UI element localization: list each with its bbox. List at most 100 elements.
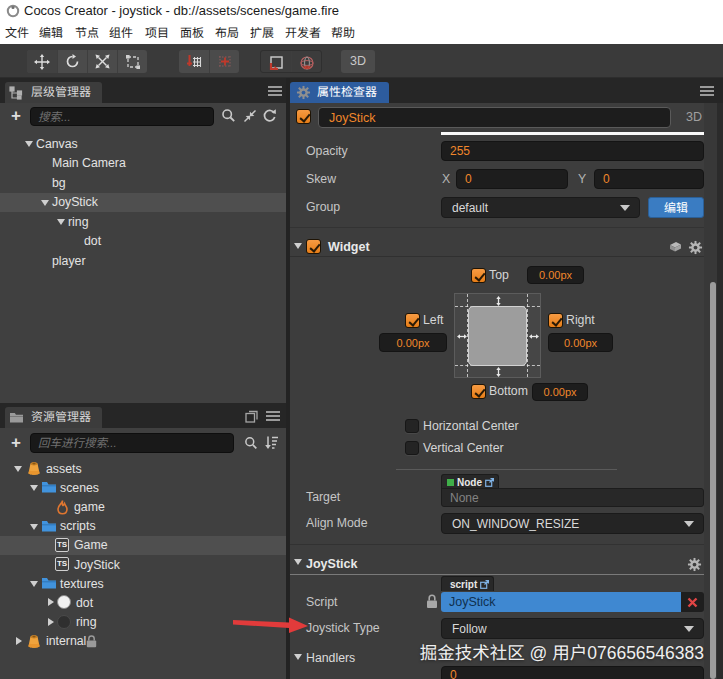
hierarchy-node-row[interactable]: JoyStick: [0, 193, 286, 213]
hierarchy-menu-icon[interactable]: [268, 86, 282, 96]
tree-expand-caret[interactable]: [16, 637, 22, 645]
move-tool-button[interactable]: [27, 50, 57, 73]
asset-row[interactable]: scenes: [0, 478, 286, 497]
inspector-scrollbar[interactable]: [710, 282, 716, 679]
skew-x-label: X: [442, 169, 450, 189]
tree-expand-caret[interactable]: [30, 485, 38, 491]
widget-right-input[interactable]: [549, 334, 612, 351]
collapse-all-icon[interactable]: [243, 109, 257, 123]
script-link-icon[interactable]: [480, 580, 489, 589]
app-logo-icon: [6, 4, 20, 18]
widget-top-checkbox[interactable]: [471, 268, 486, 283]
hierarchy-tab[interactable]: 层级管理器: [5, 82, 102, 103]
hierarchy-node-row[interactable]: player: [0, 251, 286, 271]
hierarchy-node-row[interactable]: dot: [0, 232, 286, 252]
menu-help[interactable]: 帮助: [331, 22, 355, 44]
hierarchy-node-row[interactable]: ring: [0, 212, 286, 232]
rotate-tool-button[interactable]: [57, 50, 87, 73]
hierarchy-node-row[interactable]: Canvas: [0, 134, 286, 154]
widget-copy-icon[interactable]: [668, 240, 683, 254]
group-dropdown[interactable]: default: [441, 197, 640, 218]
assets-add-button[interactable]: +: [8, 435, 24, 451]
tree-expand-caret[interactable]: [14, 466, 22, 472]
widget-right-checkbox[interactable]: [548, 313, 563, 328]
skew-x-field: [456, 169, 568, 189]
asset-row[interactable]: assets: [0, 459, 286, 478]
menu-developer[interactable]: 开发者: [285, 22, 321, 44]
menu-component[interactable]: 组件: [109, 22, 133, 44]
tree-expand-caret[interactable]: [48, 618, 54, 626]
rect-tool-button[interactable]: [117, 50, 147, 73]
assets-tab[interactable]: 资源管理器: [5, 407, 102, 428]
tree-expand-caret[interactable]: [48, 598, 54, 606]
joystick-gear-icon[interactable]: [687, 557, 702, 572]
target-drop-field[interactable]: None: [441, 488, 704, 507]
node-enabled-checkbox[interactable]: [296, 109, 311, 124]
globe-gizmo-button[interactable]: [291, 51, 321, 73]
asset-row[interactable]: TS JoyStick: [0, 555, 286, 574]
menu-file[interactable]: 文件: [5, 22, 29, 44]
align-mode-dropdown[interactable]: ON_WINDOW_RESIZE: [441, 513, 704, 534]
hierarchy-search-input[interactable]: [31, 108, 213, 125]
hierarchy-add-button[interactable]: +: [8, 108, 24, 124]
widget-top-input[interactable]: [528, 267, 583, 283]
tree-expand-caret[interactable]: [41, 200, 49, 206]
asset-row[interactable]: scripts: [0, 517, 286, 536]
opacity-input[interactable]: [442, 142, 703, 160]
menu-project[interactable]: 项目: [145, 22, 169, 44]
widget-collapse-caret[interactable]: [294, 243, 302, 249]
hierarchy-node-row[interactable]: bg: [0, 173, 286, 193]
3d-mode-button[interactable]: 3D: [341, 50, 375, 73]
asset-row[interactable]: game: [0, 497, 286, 516]
widget-bottom-checkbox[interactable]: [471, 384, 486, 399]
group-value: default: [452, 198, 488, 217]
skew-x-input[interactable]: [457, 170, 567, 188]
joystick-type-dropdown[interactable]: Follow: [441, 618, 704, 639]
tree-expand-caret[interactable]: [30, 524, 38, 530]
script-clear-button[interactable]: [681, 592, 704, 612]
inspector-tab[interactable]: 属性检查器: [290, 82, 389, 103]
assets-dock-icon[interactable]: [245, 410, 258, 423]
group-edit-button[interactable]: 编辑: [648, 197, 704, 218]
pivot-mode-button[interactable]: [179, 50, 209, 73]
tree-expand-caret[interactable]: [30, 581, 38, 587]
menu-layout[interactable]: 布局: [215, 22, 239, 44]
target-link-icon[interactable]: [485, 478, 494, 487]
widget-left-input[interactable]: [380, 334, 446, 351]
handlers-count-input[interactable]: [442, 667, 703, 679]
joystick-collapse-caret[interactable]: [294, 559, 302, 565]
region-gizmo-button[interactable]: [261, 51, 291, 73]
hierarchy-search-icon[interactable]: [221, 108, 236, 123]
assets-sort-icon[interactable]: [264, 435, 279, 450]
widget-enabled-checkbox[interactable]: [306, 239, 321, 254]
vertical-center-checkbox[interactable]: [405, 441, 419, 455]
widget-bottom-input[interactable]: [533, 384, 587, 400]
hierarchy-node-label: ring: [68, 212, 89, 232]
tree-expand-caret[interactable]: [25, 141, 33, 147]
skew-y-input[interactable]: [595, 170, 703, 188]
assets-search-icon[interactable]: [244, 436, 258, 450]
widget-left-checkbox[interactable]: [405, 313, 420, 328]
asset-row[interactable]: dot: [0, 593, 286, 612]
widget-bottom-label: Bottom: [489, 384, 528, 399]
horizontal-center-checkbox[interactable]: [405, 419, 419, 433]
tree-expand-caret[interactable]: [57, 219, 65, 225]
node-name-input[interactable]: [319, 108, 670, 127]
widget-gear-icon[interactable]: [688, 240, 703, 255]
menu-edit[interactable]: 编辑: [39, 22, 63, 44]
scale-tool-button[interactable]: [87, 50, 117, 73]
refresh-icon[interactable]: [262, 108, 277, 123]
assets-search-input[interactable]: [31, 434, 233, 452]
menu-extension[interactable]: 扩展: [250, 22, 274, 44]
widget-top-label: Top: [489, 268, 509, 283]
inspector-menu-icon[interactable]: [700, 86, 714, 96]
asset-row[interactable]: textures: [0, 574, 286, 593]
menu-node[interactable]: 节点: [75, 22, 99, 44]
handlers-collapse-caret[interactable]: [294, 654, 302, 660]
asset-row[interactable]: TS Game: [0, 536, 286, 555]
coordinate-mode-button[interactable]: [209, 50, 239, 73]
assets-menu-icon[interactable]: [266, 411, 280, 421]
hierarchy-node-row[interactable]: Main Camera: [0, 154, 286, 174]
menu-panel[interactable]: 面板: [180, 22, 204, 44]
script-value-field[interactable]: JoyStick: [441, 592, 681, 612]
